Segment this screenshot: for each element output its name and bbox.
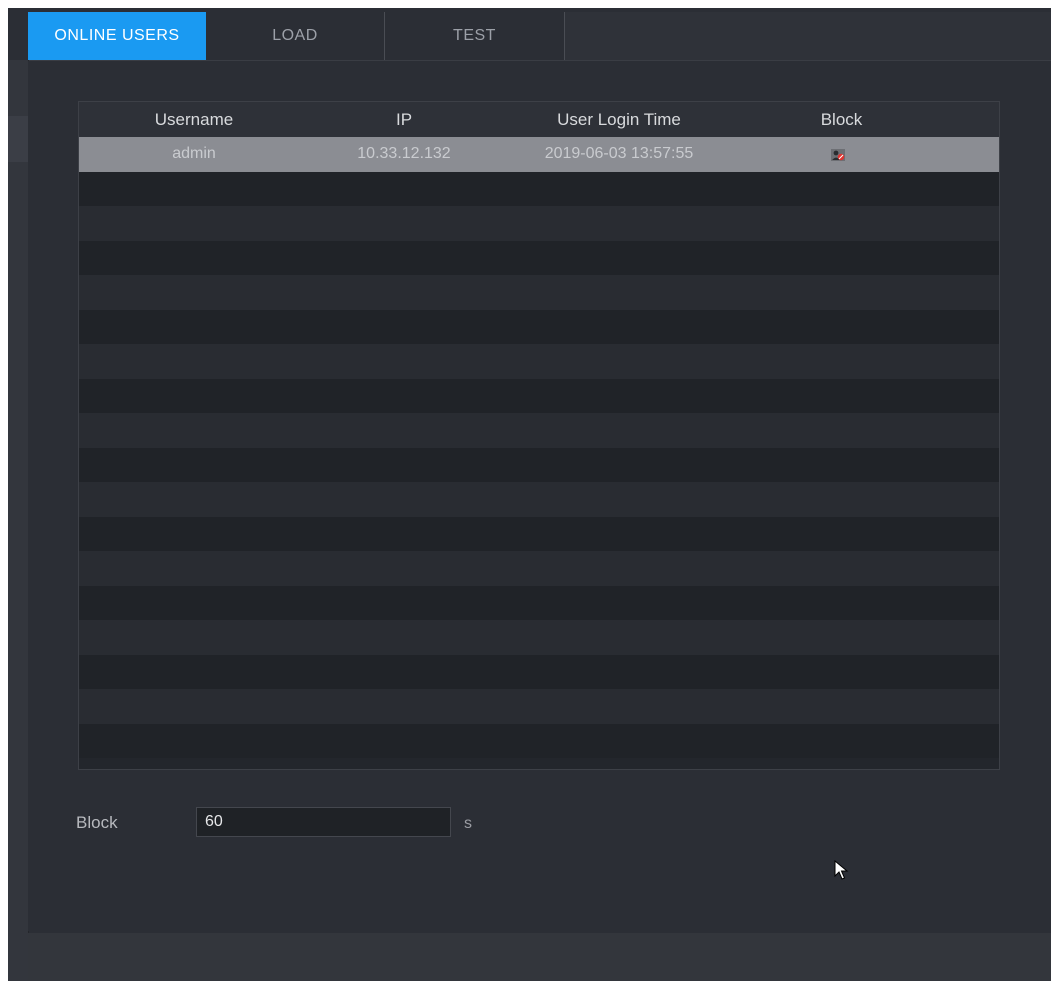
left-sidebar [8,60,29,981]
block-user-icon[interactable] [831,149,845,161]
table-row-empty [79,344,999,379]
table-row-empty [79,516,999,551]
column-header-block: Block [820,110,863,129]
footer-bar [28,933,1051,981]
tab-bar-empty [565,12,1051,60]
table-row-empty [79,482,999,517]
table-row-empty [79,275,999,310]
cell-login-time: 2019-06-03 13:57:55 [544,145,694,162]
table-row-empty [79,206,999,241]
online-users-window: ONLINE USERS LOAD TEST Username IP User … [8,8,1051,981]
column-header-ip: IP [395,110,413,129]
column-header-login-time: User Login Time [557,110,681,129]
table-row-empty [79,585,999,620]
sidebar-selected-item[interactable] [8,116,28,162]
column-header-username: Username [154,110,234,129]
table-row-empty [79,240,999,275]
table-row-empty [79,413,999,448]
table-row-empty [79,689,999,724]
table-row[interactable]: admin 10.33.12.132 2019-06-03 13:57:55 [79,137,999,172]
table-row-empty [79,723,999,758]
tab-bar-gap [8,8,28,60]
mouse-cursor-icon [834,860,849,880]
table-header: Username IP User Login Time Block [79,102,999,137]
block-duration-input[interactable] [196,807,451,837]
table-row-empty [79,620,999,655]
table-row-empty [79,309,999,344]
cell-ip: 10.33.12.132 [357,145,451,162]
block-duration-unit: s [464,815,472,832]
tab-load[interactable]: LOAD [206,12,385,60]
table-row-empty [79,654,999,689]
tab-bar: ONLINE USERS LOAD TEST [8,8,1051,61]
online-users-table: Username IP User Login Time Block admin … [78,101,1000,770]
table-row-empty [79,447,999,482]
tab-test[interactable]: TEST [385,12,565,60]
table-row-empty [79,171,999,206]
online-users-panel: Username IP User Login Time Block admin … [28,61,1051,931]
tab-online-users[interactable]: ONLINE USERS [28,12,206,60]
table-row-empty [79,378,999,413]
cell-username: admin [172,145,216,162]
table-row-empty [79,551,999,586]
block-duration-label: Block [76,813,118,832]
